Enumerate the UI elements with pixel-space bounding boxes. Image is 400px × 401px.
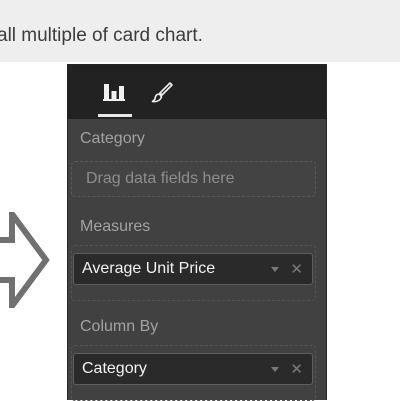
column-by-field-pill[interactable]: Category ✕ [73, 353, 313, 385]
caption-text: all multiple of card chart. [0, 25, 203, 46]
chevron-down-icon[interactable] [271, 266, 280, 272]
measures-field-pill[interactable]: Average Unit Price ✕ [73, 253, 313, 285]
tab-format[interactable] [138, 65, 186, 119]
paint-brush-icon [151, 82, 173, 103]
bar-chart-icon [103, 84, 125, 101]
visualization-panel: Category Drag data fields here Measures … [67, 64, 327, 401]
category-section-label: Category [80, 130, 145, 147]
close-icon[interactable]: ✕ [290, 262, 303, 277]
caption-band: all multiple of card chart. [0, 0, 400, 62]
measures-field-label: Average Unit Price [82, 260, 216, 277]
right-arrow-icon [0, 212, 50, 308]
close-icon[interactable]: ✕ [290, 362, 303, 377]
chevron-down-icon[interactable] [271, 366, 280, 372]
panel-tab-bar [68, 65, 326, 119]
dropzone-placeholder: Drag data fields here [86, 170, 235, 187]
measures-section-label: Measures [80, 218, 151, 235]
category-dropzone[interactable]: Drag data fields here [71, 161, 316, 197]
tab-fields[interactable] [90, 65, 138, 119]
column-by-field-label: Category [82, 360, 147, 377]
column-by-section-label: Column By [80, 318, 159, 335]
